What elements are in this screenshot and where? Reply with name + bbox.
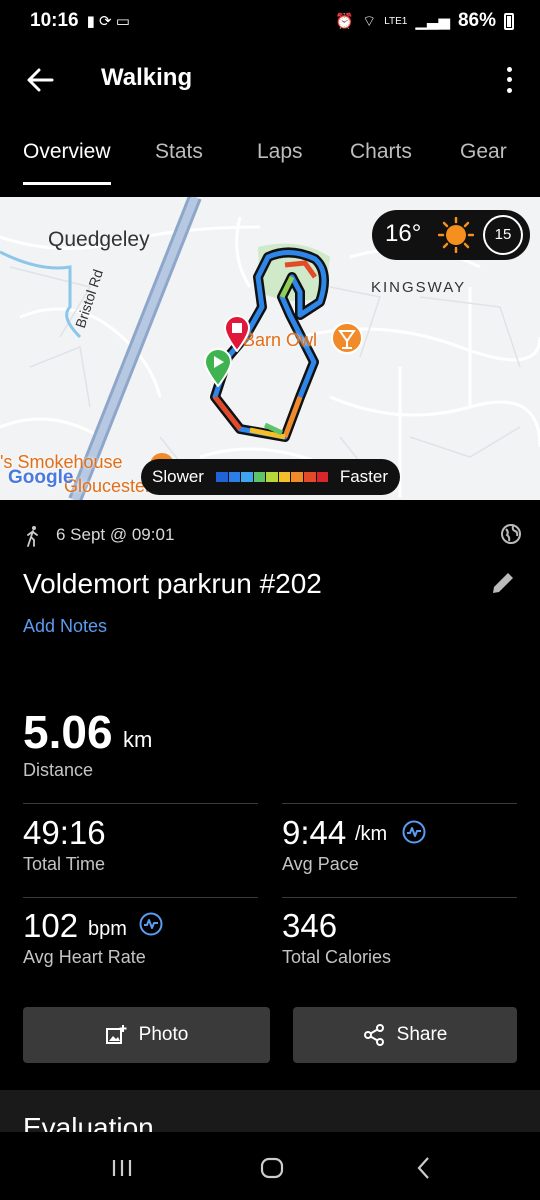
- active-tab-indicator: [23, 182, 111, 185]
- share-icon: [363, 1024, 384, 1046]
- tab-charts[interactable]: Charts: [350, 140, 412, 164]
- legend-swatch: [303, 472, 316, 482]
- legend-slower: Slower: [152, 467, 204, 486]
- legend-swatch: [216, 472, 228, 482]
- tab-stats[interactable]: Stats: [155, 140, 203, 164]
- divider: [282, 897, 517, 898]
- battery-icon: [504, 12, 514, 30]
- avg-hr-label: Avg Heart Rate: [23, 947, 146, 967]
- legend-color-bar: [216, 472, 329, 482]
- more-vert-icon[interactable]: [502, 64, 516, 96]
- activity-name: Voldemort parkrun #202: [23, 568, 322, 599]
- distance-value: 5.06: [23, 706, 113, 758]
- total-time-label: Total Time: [23, 854, 106, 874]
- battery-percent: 86%: [457, 10, 496, 31]
- photo-button[interactable]: Photo: [23, 1007, 270, 1063]
- tab-bar: Overview Stats Laps Charts Gear: [0, 130, 540, 186]
- notification-icons: ▮ ⟳ ▭: [86, 13, 130, 30]
- avg-hr-unit: bpm: [88, 918, 127, 940]
- map-label-quedgeley: Quedgeley: [48, 228, 150, 251]
- divider: [23, 803, 258, 804]
- evaluation-title: Evaluation: [23, 1112, 154, 1132]
- distance-label: Distance: [23, 760, 94, 780]
- add-photo-icon: [105, 1025, 127, 1044]
- globe-icon[interactable]: [500, 523, 522, 545]
- edit-icon[interactable]: [489, 569, 517, 597]
- tab-laps[interactable]: Laps: [257, 140, 303, 164]
- activity-date: 6 Sept @ 09:01: [56, 525, 175, 544]
- legend-swatch: [316, 472, 329, 482]
- avg-pace-label: Avg Pace: [282, 854, 359, 874]
- share-button[interactable]: Share: [293, 1007, 517, 1063]
- route-map[interactable]: Quedgeley KINGSWAY Bristol Rd Barn Owl '…: [0, 197, 540, 500]
- tab-gear[interactable]: Gear: [460, 140, 507, 164]
- activity-meta: 6 Sept @ 09:01: [22, 523, 522, 551]
- legend-swatch: [228, 472, 241, 482]
- add-notes-link[interactable]: Add Notes: [23, 616, 107, 637]
- legend-swatch: [253, 472, 266, 482]
- legend-swatch: [278, 472, 291, 482]
- status-bar: 10:16 ▮ ⟳ ▭ ⏰ ⌔ LTE1 ▁▃▅ 86%: [0, 0, 540, 42]
- network-label: LTE1: [384, 15, 408, 27]
- legend-faster: Faster: [339, 467, 388, 486]
- photo-label: Photo: [138, 1024, 189, 1045]
- activity-pulse-icon[interactable]: [402, 820, 426, 844]
- map-label-kingsway: KINGSWAY: [371, 279, 467, 296]
- divider: [282, 803, 517, 804]
- wifi-icon: ⌔: [362, 12, 377, 30]
- google-logo: Google: [8, 467, 74, 488]
- temperature: 16°: [385, 220, 422, 247]
- legend-swatch: [266, 472, 278, 482]
- pace-legend: Slower Faster: [141, 459, 400, 495]
- back-nav-icon[interactable]: [410, 1154, 438, 1182]
- activity-pulse-icon[interactable]: [139, 912, 163, 936]
- legend-swatch: [291, 472, 303, 482]
- system-nav-bar: [0, 1132, 540, 1200]
- map-label-gloucester: Gloucester: [64, 476, 152, 496]
- avg-hr-value: 102: [23, 907, 79, 944]
- map-label-barn-owl: Barn Owl: [243, 330, 318, 350]
- start-marker-icon: [203, 348, 233, 387]
- status-time: 10:16: [30, 10, 79, 31]
- recent-apps-icon[interactable]: [108, 1154, 136, 1182]
- alarm-icon: ⏰: [335, 13, 355, 30]
- evaluation-section[interactable]: Evaluation: [0, 1090, 540, 1132]
- wind-speed: 15: [483, 215, 523, 255]
- avg-pace-unit: /km: [355, 823, 388, 845]
- total-time-value: 49:16: [23, 814, 106, 851]
- home-icon[interactable]: [258, 1154, 286, 1182]
- legend-swatch: [241, 472, 253, 482]
- calories-label: Total Calories: [282, 947, 392, 967]
- share-label: Share: [396, 1024, 448, 1045]
- avg-pace-value: 9:44: [282, 814, 347, 851]
- walking-icon: [27, 526, 38, 547]
- page-title: Walking: [101, 64, 193, 91]
- divider: [23, 897, 258, 898]
- signal-icon: ▁▃▅: [415, 13, 450, 30]
- calories-value: 346: [282, 907, 338, 944]
- app-bar: Walking: [0, 50, 540, 110]
- sun-icon: [438, 217, 474, 253]
- arrow-left-icon[interactable]: [24, 64, 56, 96]
- distance-unit: km: [123, 727, 153, 752]
- weather-badge: 16° 15: [372, 210, 530, 260]
- tab-overview[interactable]: Overview: [23, 140, 111, 164]
